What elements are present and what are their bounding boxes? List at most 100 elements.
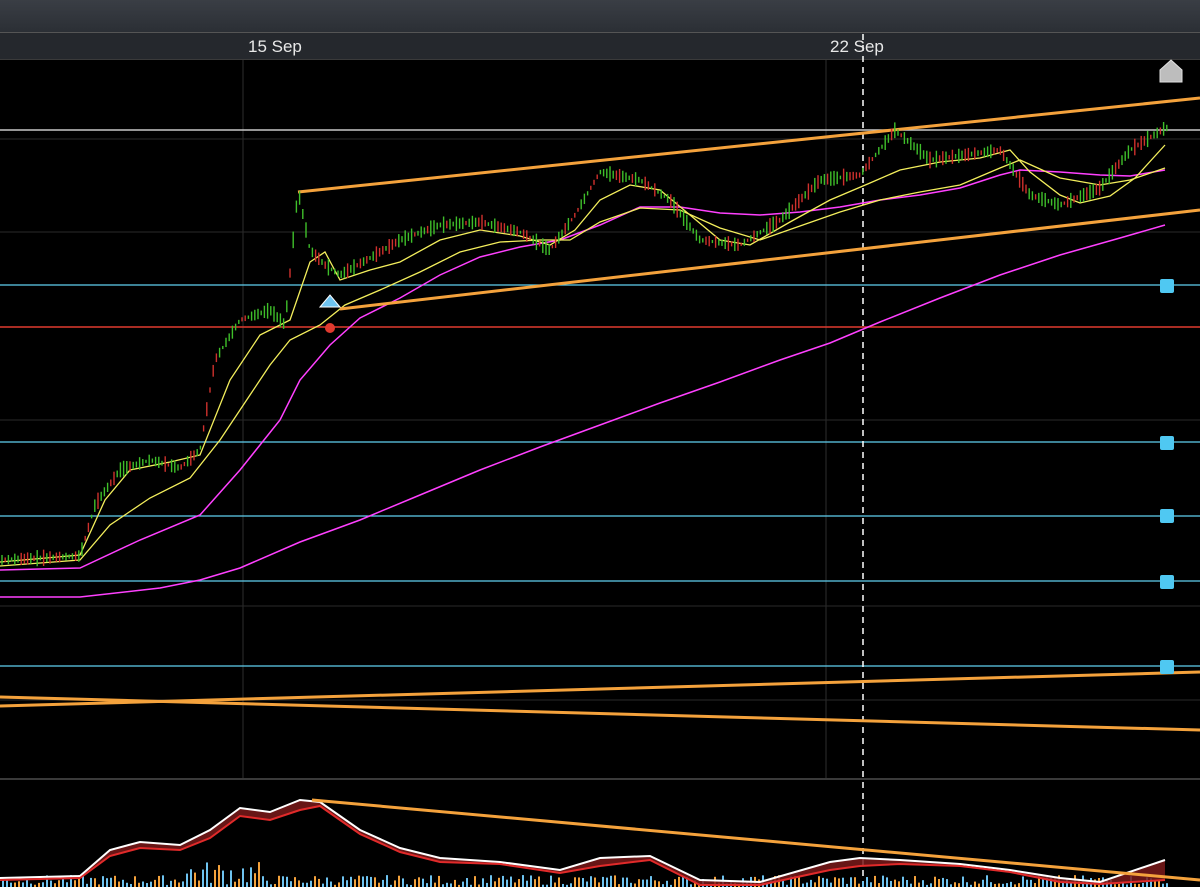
histogram-bar (590, 876, 592, 887)
histogram-bar (198, 880, 200, 887)
histogram-bar (190, 869, 192, 887)
histogram-bar (298, 880, 300, 887)
histogram-bar (818, 876, 820, 887)
histogram-bar (142, 881, 144, 887)
histogram-bar (982, 879, 984, 887)
histogram-bar (1042, 879, 1044, 887)
histogram-bar (906, 879, 908, 887)
histogram-bar (962, 876, 964, 887)
histogram-bar (862, 881, 864, 887)
histogram-bar (586, 881, 588, 887)
histogram-bar (1022, 876, 1024, 887)
histogram-bar (1018, 883, 1020, 887)
histogram-bar (886, 877, 888, 887)
histogram-bar (830, 882, 832, 887)
histogram-bar (338, 882, 340, 887)
histogram-bar (474, 876, 476, 887)
histogram-bar (266, 880, 268, 887)
histogram-bar (206, 862, 208, 887)
histogram-bar (910, 883, 912, 887)
home-icon[interactable] (1158, 58, 1184, 84)
histogram-bar (414, 879, 416, 887)
histogram-bar (158, 875, 160, 887)
histogram-bar (394, 880, 396, 887)
histogram-bar (102, 876, 104, 887)
histogram-bar (194, 872, 196, 887)
histogram-bar (378, 882, 380, 887)
histogram-bar (494, 881, 496, 887)
histogram-bar (902, 876, 904, 887)
price-chart[interactable] (0, 0, 1200, 887)
histogram-bar (802, 883, 804, 887)
sell-signal-marker (325, 323, 335, 333)
histogram-bar (294, 877, 296, 887)
histogram-bar (58, 880, 60, 887)
histogram-bar (370, 876, 372, 887)
histogram-bar (882, 875, 884, 887)
histogram-bar (850, 877, 852, 887)
price-alert-marker[interactable] (1160, 575, 1174, 589)
oscillator-fill (0, 800, 1165, 885)
histogram-bar (530, 875, 532, 887)
histogram-bar (302, 882, 304, 887)
histogram-bar (138, 882, 140, 887)
histogram-bar (534, 879, 536, 887)
histogram-bar (30, 883, 32, 887)
histogram-bar (366, 876, 368, 887)
histogram-bar (186, 873, 188, 887)
histogram-bar (446, 882, 448, 887)
histogram-bar (606, 877, 608, 887)
channel-upper-trendline (297, 96, 1200, 194)
histogram-bar (622, 877, 624, 887)
histogram-bar (782, 880, 784, 887)
histogram-bar (110, 877, 112, 887)
histogram-bar (202, 869, 204, 887)
histogram-bar (658, 881, 660, 887)
histogram-bar (870, 882, 872, 887)
histogram-bar (134, 876, 136, 887)
histogram-bar (890, 880, 892, 887)
histogram-bar (282, 876, 284, 887)
histogram-bar (570, 883, 572, 887)
histogram-bar (22, 882, 24, 887)
histogram-bar (18, 881, 20, 887)
histogram-bar (74, 880, 76, 887)
price-alert-marker[interactable] (1160, 660, 1174, 674)
histogram-bar (90, 877, 92, 887)
histogram-bar (934, 876, 936, 887)
time-axis-label: 22 Sep (830, 37, 884, 56)
histogram-bar (362, 876, 364, 887)
histogram-bar (834, 877, 836, 887)
histogram-bar (254, 873, 256, 887)
histogram-bar (966, 882, 968, 887)
histogram-bar (402, 878, 404, 887)
histogram-bar (342, 876, 344, 887)
histogram-bar (626, 877, 628, 887)
histogram-bar (826, 878, 828, 887)
histogram-bar (330, 881, 332, 887)
histogram-bar (842, 877, 844, 887)
histogram-bar (810, 879, 812, 887)
histogram-bar (1010, 881, 1012, 887)
histogram-bar (310, 880, 312, 887)
histogram-bar (554, 882, 556, 887)
histogram-bar (162, 875, 164, 887)
price-alert-marker[interactable] (1160, 279, 1174, 293)
histogram-bar (290, 881, 292, 887)
price-alert-marker[interactable] (1160, 509, 1174, 523)
histogram-bar (978, 883, 980, 887)
histogram-bar (326, 877, 328, 887)
histogram-bar (894, 879, 896, 887)
histogram-bar (538, 876, 540, 887)
histogram-bar (42, 882, 44, 887)
oscillator-trendline (311, 798, 1200, 882)
price-alert-marker[interactable] (1160, 436, 1174, 450)
histogram-bar (454, 879, 456, 887)
histogram-bar (1026, 879, 1028, 887)
histogram-bar (178, 882, 180, 887)
histogram-bar (238, 878, 240, 887)
histogram-bar (490, 875, 492, 887)
histogram-bar (346, 880, 348, 887)
histogram-bar (646, 879, 648, 887)
histogram-bar (182, 881, 184, 887)
